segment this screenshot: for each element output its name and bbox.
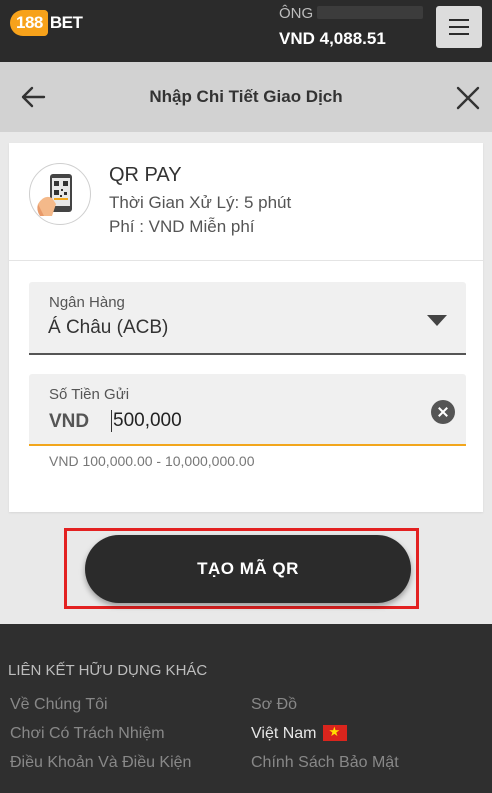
footer-link-terms[interactable]: Điều Khoản Và Điều Kiện xyxy=(10,754,191,772)
brand-logo[interactable]: 188 BET xyxy=(10,8,83,38)
bank-select[interactable]: Ngân Hàng Á Châu (ACB) xyxy=(29,282,466,355)
currency-prefix: VND xyxy=(49,411,90,432)
menu-button[interactable] xyxy=(436,6,482,48)
footer: LIÊN KẾT HỮU DỤNG KHÁC Về Chúng Tôi Sơ Đ… xyxy=(0,624,492,793)
top-bar: 188 BET ÔNG VND 4,088.51 xyxy=(0,0,492,62)
text-cursor xyxy=(111,410,112,432)
language-selector[interactable]: Việt Nam xyxy=(251,723,347,743)
footer-title: LIÊN KẾT HỮU DỤNG KHÁC xyxy=(8,662,208,679)
fee-text: Phí : VND Miễn phí xyxy=(109,217,255,236)
account-balance: VND 4,088.51 xyxy=(279,29,386,48)
account-name: ÔNG xyxy=(279,5,424,22)
footer-link-responsible-gaming[interactable]: Chơi Có Trách Nhiệm xyxy=(10,725,165,743)
divider xyxy=(9,260,483,261)
deposit-form-card: QR PAY Thời Gian Xử Lý: 5 phút Phí : VND… xyxy=(9,143,483,512)
amount-field[interactable]: Số Tiền Gửi VND xyxy=(29,374,466,446)
processing-time: Thời Gian Xử Lý: 5 phút xyxy=(109,193,292,212)
generate-qr-button[interactable]: TẠO MÃ QR xyxy=(85,535,411,603)
clear-input-icon[interactable] xyxy=(431,400,455,424)
payment-method-name: QR PAY xyxy=(109,164,182,186)
page-title: Nhập Chi Tiết Giao Dịch xyxy=(149,87,343,106)
close-icon[interactable] xyxy=(455,85,481,111)
hamburger-icon-line xyxy=(449,26,469,28)
account-name-redaction xyxy=(317,6,424,19)
amount-input[interactable] xyxy=(113,410,313,432)
bank-selected-value: Á Châu (ACB) xyxy=(48,317,169,338)
amount-label: Số Tiền Gửi xyxy=(49,386,130,403)
hamburger-icon xyxy=(449,19,469,21)
footer-link-sitemap[interactable]: Sơ Đồ xyxy=(251,696,297,714)
bank-label: Ngân Hàng xyxy=(49,294,125,311)
footer-link-about-us[interactable]: Về Chúng Tôi xyxy=(10,696,108,714)
logo-word: BET xyxy=(49,13,83,32)
chevron-down-icon xyxy=(427,315,447,326)
vietnam-flag-icon xyxy=(322,723,347,741)
qr-phone-icon xyxy=(29,163,91,225)
footer-link-privacy[interactable]: Chính Sách Bảo Mật xyxy=(251,754,399,772)
account-prefix: ÔNG xyxy=(279,5,314,22)
logo-number: 188 xyxy=(10,10,48,36)
hamburger-icon-line xyxy=(449,33,469,35)
language-label: Việt Nam xyxy=(251,725,317,742)
page-header: Nhập Chi Tiết Giao Dịch xyxy=(0,62,492,132)
amount-range-hint: VND 100,000.00 - 10,000,000.00 xyxy=(49,453,255,469)
